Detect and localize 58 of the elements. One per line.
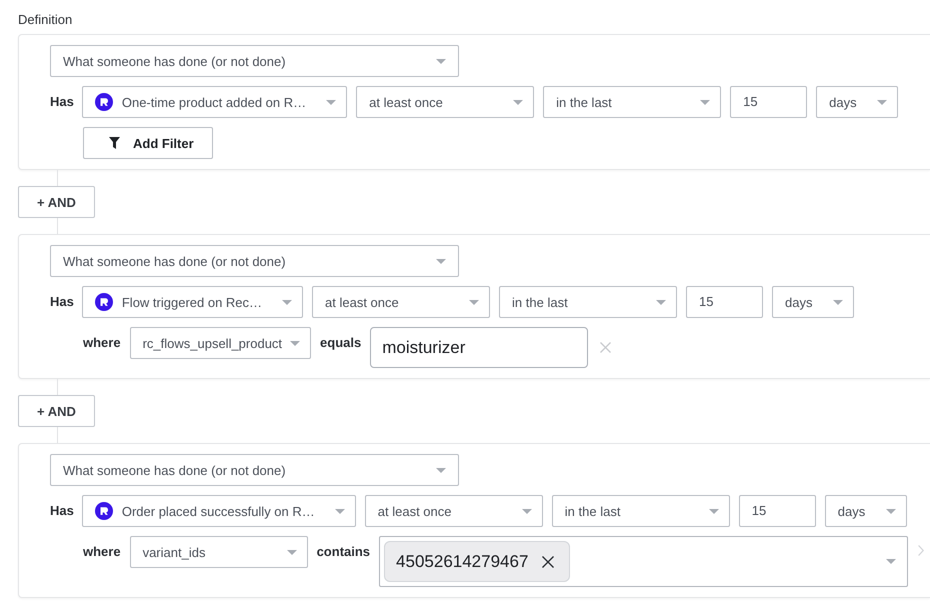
where-label: where <box>83 334 121 352</box>
app-logo-icon <box>94 293 113 311</box>
caret-icon <box>282 300 292 304</box>
caret-icon <box>326 100 336 104</box>
frequency-dropdown[interactable]: at least once <box>356 86 534 118</box>
metric-dropdown[interactable]: Flow triggered on Rec… <box>82 286 304 318</box>
frequency-dropdown[interactable]: at least once <box>312 286 490 318</box>
caret-icon <box>522 508 532 514</box>
caret-icon <box>700 100 710 104</box>
has-label: Has <box>50 93 74 111</box>
caret-icon <box>290 340 300 346</box>
property-dropdown[interactable]: rc_flows_upsell_product <box>130 327 312 359</box>
caret-icon <box>877 100 888 104</box>
unit-dropdown[interactable]: days <box>816 86 898 118</box>
caret-icon <box>436 258 446 264</box>
where-label: where <box>83 543 121 561</box>
app-logo-icon <box>94 502 113 520</box>
close-icon[interactable] <box>542 556 554 568</box>
metric-dropdown[interactable]: Order placed successfully on R… <box>82 495 356 527</box>
frequency-dropdown[interactable]: at least once <box>364 495 543 527</box>
caret-icon <box>286 550 297 554</box>
caret-icon <box>833 300 844 304</box>
caret-icon <box>436 468 446 472</box>
operator-label: equals <box>320 334 362 352</box>
timeframe-dropdown[interactable]: in the last <box>543 86 722 118</box>
has-label: Has <box>50 502 74 520</box>
number-field[interactable]: 15 <box>730 86 808 118</box>
metric-dropdown[interactable]: One-time product added on R… <box>82 86 348 118</box>
unit-dropdown[interactable]: days <box>772 286 854 318</box>
has-label: Has <box>50 293 74 311</box>
condition-type-dropdown[interactable]: What someone has done (or not done) <box>50 45 459 77</box>
and-button[interactable]: + AND <box>18 395 95 427</box>
timeframe-dropdown[interactable]: in the last <box>499 286 678 318</box>
caret-icon <box>656 300 666 304</box>
and-button[interactable]: + AND <box>18 186 95 218</box>
condition-type-dropdown[interactable]: What someone has done (or not done) <box>50 454 459 486</box>
property-dropdown[interactable]: variant_ids <box>130 536 308 568</box>
number-field[interactable]: 15 <box>738 495 816 527</box>
caret-icon <box>334 508 345 514</box>
tag-select-field[interactable]: 45052614279467 <box>379 536 908 587</box>
caret-icon <box>469 300 480 304</box>
add-filter-button[interactable]: Add Filter <box>83 127 213 159</box>
caret-icon <box>436 58 446 64</box>
unit-dropdown[interactable]: days <box>824 495 907 527</box>
operator-label: contains <box>316 543 370 561</box>
timeframe-dropdown[interactable]: in the last <box>552 495 730 527</box>
app-logo-icon <box>94 93 113 111</box>
caret-icon <box>886 508 896 514</box>
caret-icon <box>513 100 524 104</box>
value-tag[interactable]: 45052614279467 <box>384 541 570 582</box>
condition-type-dropdown[interactable]: What someone has done (or not done) <box>50 245 459 277</box>
chevron-right-icon[interactable] <box>918 545 924 556</box>
section-title: Definition <box>18 12 72 28</box>
filter-icon <box>109 137 120 149</box>
caret-icon <box>708 508 719 514</box>
number-field[interactable]: 15 <box>686 286 764 318</box>
value-field[interactable]: moisturizer <box>370 327 588 368</box>
caret-icon <box>886 559 896 564</box>
